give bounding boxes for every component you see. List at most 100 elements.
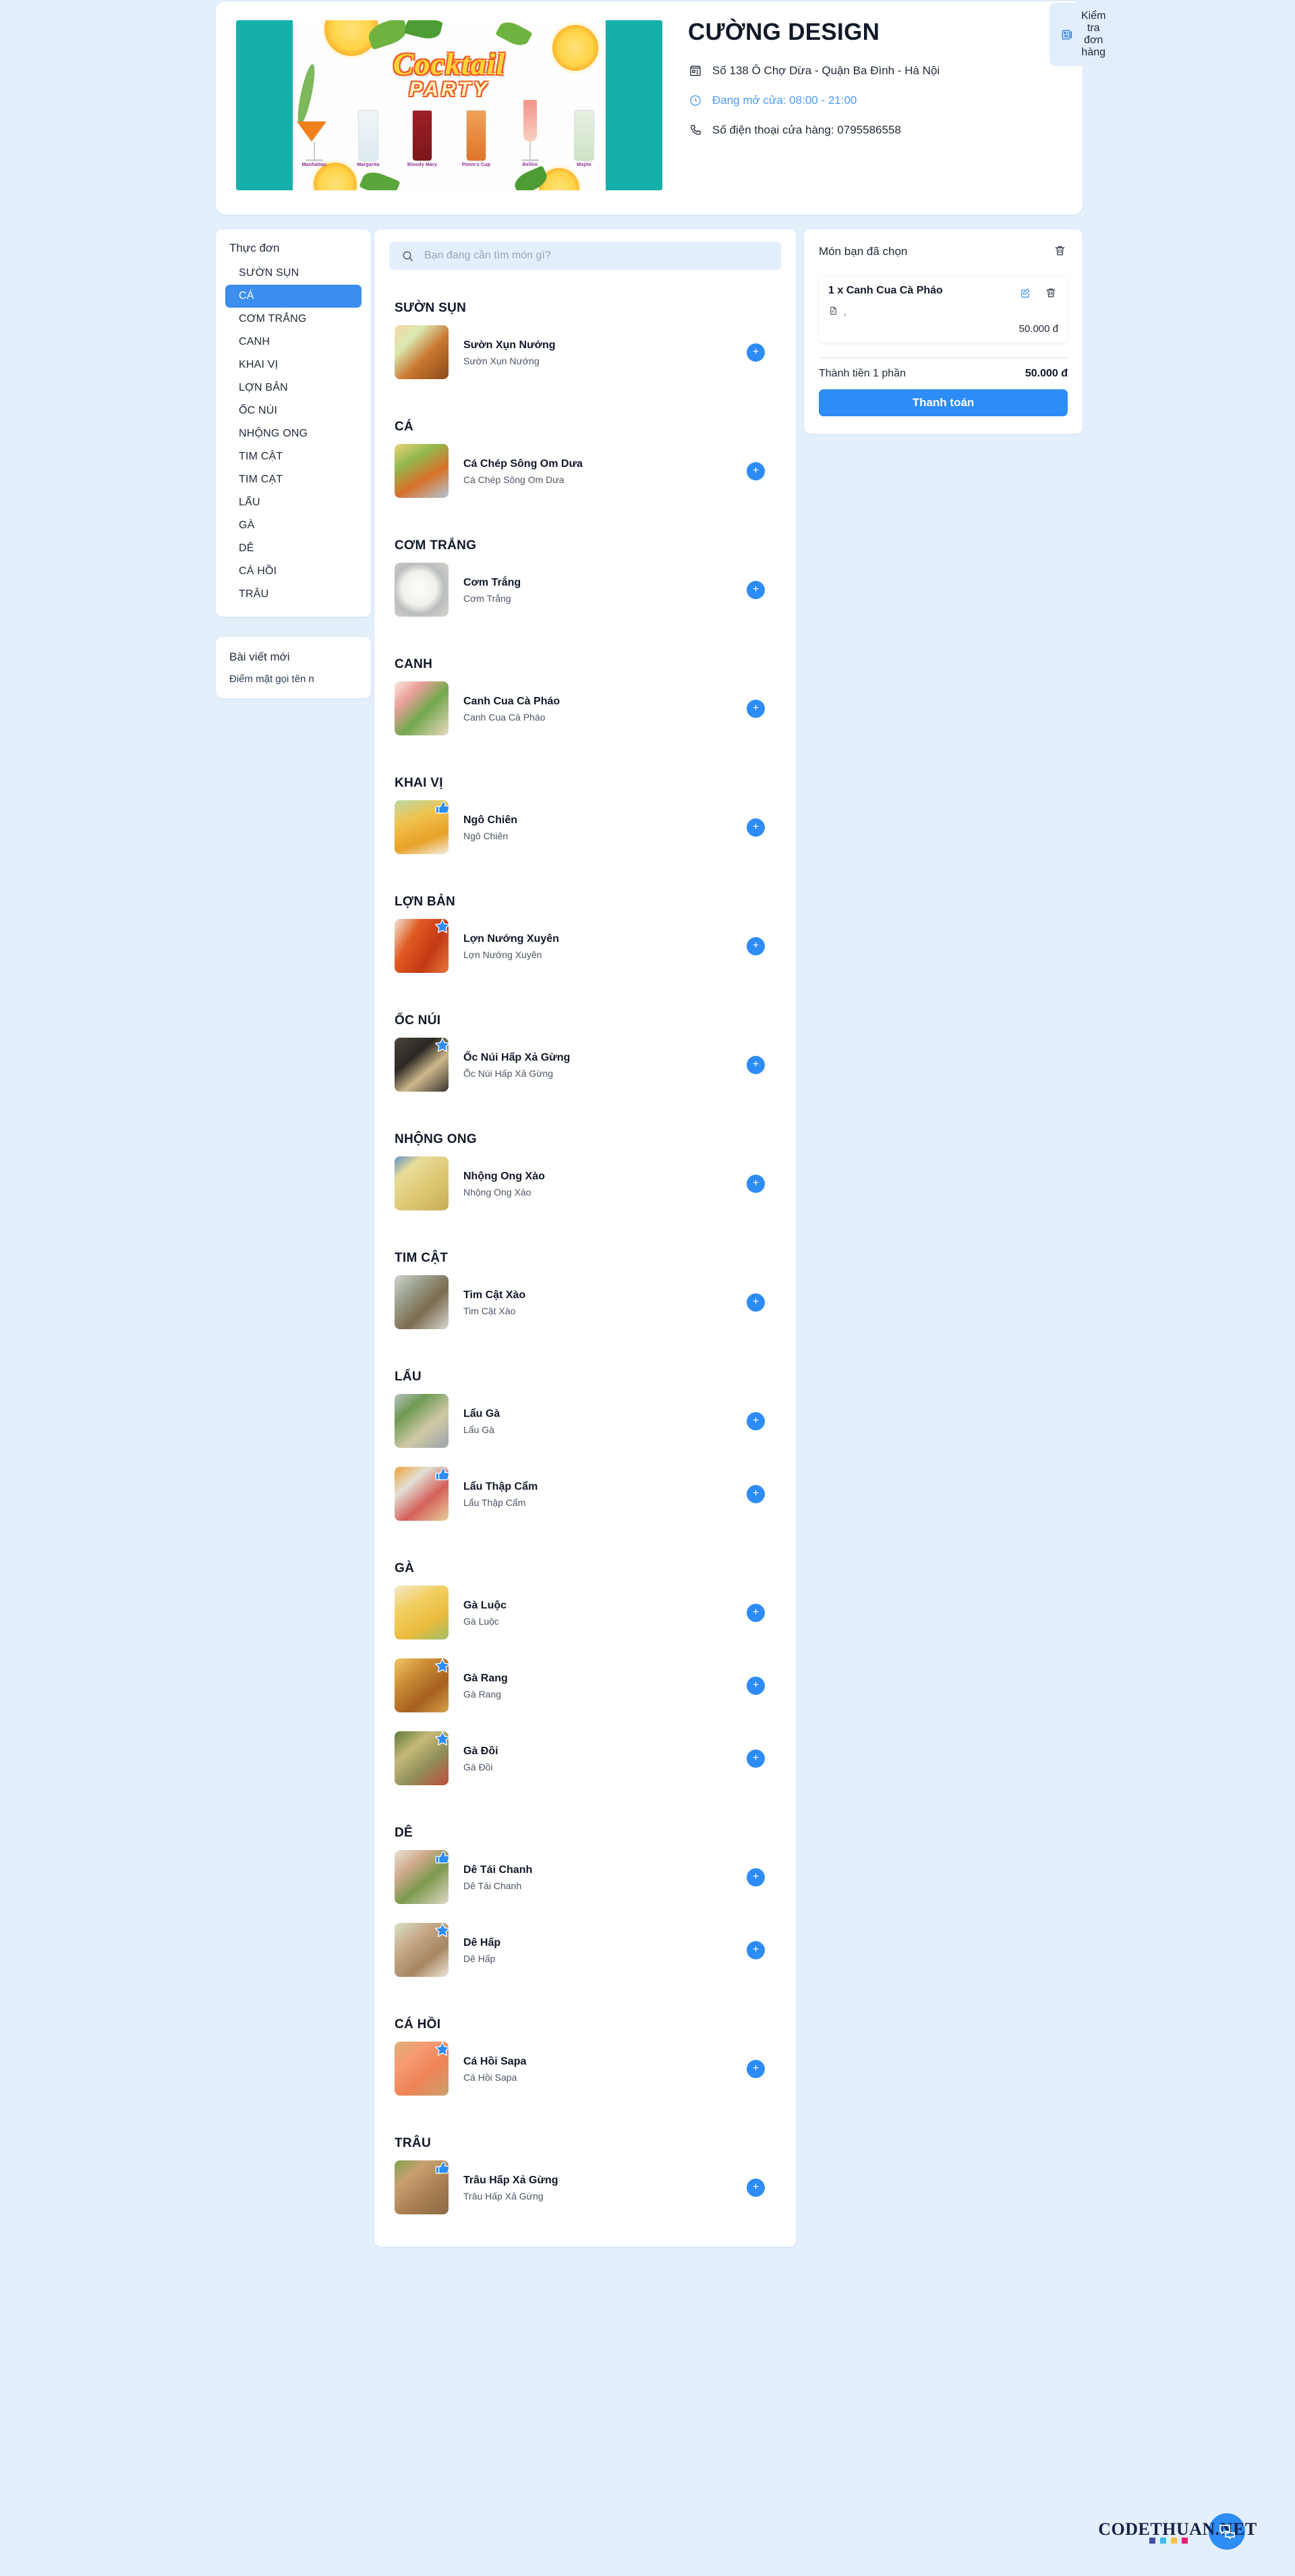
cart-header: Món bạn đã chọn: [819, 243, 1068, 260]
store-header-card: Cocktail PARTY Manhattan Margarita Blood…: [216, 1, 1116, 215]
add-to-cart-button[interactable]: +: [747, 2178, 765, 2197]
glass-label: Bellini: [522, 163, 538, 167]
trash-icon: [1054, 244, 1066, 259]
menu-item-image: [395, 1586, 449, 1640]
menu-item-row[interactable]: Lợn Nướng Xuyên Lợn Nướng Xuyên +: [389, 909, 781, 982]
sidebar-item[interactable]: TIM CẬT: [225, 445, 362, 468]
cart-item-price: 50.000 đ: [1018, 323, 1058, 335]
menu-item-image: [395, 325, 449, 379]
add-to-cart-button[interactable]: +: [747, 1411, 765, 1430]
menu-item-name: Gà Rang: [463, 1672, 508, 1684]
menu-item-row[interactable]: Cá Chép Sông Om Dưa Cá Chép Sông Om Dưa +: [389, 435, 781, 507]
menu-item-thumb-wrap: [395, 800, 450, 854]
menu-item-text: Ốc Núi Hấp Xả Gừng Ốc Núi Hấp Xả Gừng: [463, 1051, 747, 1079]
check-order-button[interactable]: Kiểm tra đơn hàng: [1049, 3, 1116, 66]
new-posts-title: Bài viết mới: [229, 650, 290, 663]
store-icon: [688, 63, 703, 78]
add-to-cart-button[interactable]: +: [747, 580, 765, 599]
phone-icon: [688, 123, 703, 138]
menu-item-name: Ngô Chiên: [463, 814, 517, 826]
menu-item-row[interactable]: Dê Hấp Dê Hấp +: [389, 1913, 781, 1986]
sidebar-item[interactable]: KHAI VỊ: [225, 354, 362, 376]
sidebar-item[interactable]: CÁ: [225, 285, 362, 308]
add-to-cart-button[interactable]: +: [747, 1484, 765, 1503]
menu-item-row[interactable]: Ốc Núi Hấp Xả Gừng Ốc Núi Hấp Xả Gừng +: [389, 1028, 781, 1101]
add-to-cart-button[interactable]: +: [747, 1676, 765, 1695]
menu-item-row[interactable]: Gà Luộc Gà Luộc +: [389, 1576, 781, 1649]
store-address-row: Số 138 Ô Chợ Dừa - Quận Ba Đình - Hà Nội: [688, 63, 1083, 78]
menu-section-title: SƯỜN SỤN: [395, 301, 467, 315]
menu-item-name: Sườn Xụn Nướng: [463, 339, 556, 351]
post-link[interactable]: Điểm mặt gọi tên n: [216, 673, 371, 685]
menu-item-row[interactable]: Cơm Trắng Cơm Trắng +: [389, 553, 781, 626]
thumbs-up-badge-icon: [434, 2159, 451, 2177]
add-to-cart-button[interactable]: +: [747, 936, 765, 955]
glass-bloody-mary: Bloody Mary: [405, 110, 440, 167]
sidebar-item[interactable]: TRÂU: [225, 583, 362, 606]
add-to-cart-button[interactable]: +: [747, 343, 765, 362]
add-to-cart-button[interactable]: +: [747, 1293, 765, 1312]
sidebar-item[interactable]: SƯỜN SỤN: [225, 262, 362, 285]
remove-cart-item-button[interactable]: [1043, 285, 1058, 302]
menu-item-row[interactable]: Ngô Chiên Ngô Chiên +: [389, 791, 781, 864]
clear-cart-button[interactable]: [1052, 243, 1068, 260]
menu-item-name: Cơm Trắng: [463, 576, 521, 588]
star-badge-icon: [434, 1730, 451, 1747]
sidebar-item[interactable]: TIM CẠT: [225, 468, 362, 491]
menu-item-name: Ốc Núi Hấp Xả Gừng: [463, 1051, 571, 1063]
sidebar-item[interactable]: ỐC NÚI: [225, 399, 362, 422]
menu-item-thumb-wrap: [395, 1038, 450, 1092]
add-to-cart-button[interactable]: +: [747, 1940, 765, 1959]
add-to-cart-button[interactable]: +: [747, 2059, 765, 2078]
add-to-cart-button[interactable]: +: [747, 1749, 765, 1768]
menu-item-row[interactable]: Sườn Xụn Nướng Sườn Xụn Nướng +: [389, 316, 781, 389]
menu-item-row[interactable]: Cá Hồi Sapa Cá Hồi Sapa +: [389, 2032, 781, 2105]
add-to-cart-button[interactable]: +: [747, 1174, 765, 1193]
add-to-cart-button[interactable]: +: [747, 699, 765, 718]
menu-item-text: Gà Rang Gà Rang: [463, 1672, 747, 1700]
sidebar-item[interactable]: GÀ: [225, 514, 362, 537]
menu-item-description: Dê Tái Chanh: [463, 1880, 522, 1891]
menu-item-description: Ốc Núi Hấp Xả Gừng: [463, 1067, 554, 1079]
menu-item-row[interactable]: Tim Cật Xào Tim Cật Xào +: [389, 1266, 781, 1339]
sidebar-item[interactable]: CANH: [225, 331, 362, 354]
glass-label: Manhattan: [301, 163, 327, 167]
sidebar-item[interactable]: LẨU: [225, 491, 362, 514]
menu-sections: SƯỜN SỤN Sườn Xụn Nướng Sườn Xụn Nướng + CÁ C…: [389, 301, 781, 2224]
menu-item-row[interactable]: Gà Đồi Gà Đồi +: [389, 1722, 781, 1795]
checkout-button[interactable]: Thanh toán: [819, 389, 1068, 416]
menu-item-row[interactable]: Dê Tái Chanh Dê Tái Chanh +: [389, 1841, 781, 1913]
edit-cart-item-button[interactable]: [1018, 285, 1033, 302]
sidebar-item[interactable]: DÊ: [225, 537, 362, 560]
menu-item-name: Dê Tái Chanh: [463, 1864, 533, 1876]
search-bar[interactable]: [389, 242, 781, 270]
menu-section-title: KHAI VỊ: [395, 776, 443, 790]
search-input[interactable]: [424, 250, 770, 262]
menu-item-row[interactable]: Lẩu Thập Cẩm Lẩu Thập Cẩm +: [389, 1457, 781, 1530]
menu-item-description: Cá Hồi Sapa: [463, 2071, 517, 2083]
add-to-cart-button[interactable]: +: [747, 461, 765, 480]
menu-item-row[interactable]: Gà Rang Gà Rang +: [389, 1649, 781, 1722]
menu-section-title: CANH: [395, 657, 433, 671]
menu-item-description: Nhộng Ong Xào: [463, 1186, 531, 1198]
sidebar-item[interactable]: CÁ HỒI: [225, 560, 362, 583]
menu-item-row[interactable]: Trâu Hấp Xả Gừng Trâu Hấp Xả Gừng +: [389, 2151, 781, 2224]
menu-item-name: Gà Luộc: [463, 1599, 507, 1611]
add-to-cart-button[interactable]: +: [747, 1055, 765, 1074]
sidebar-item[interactable]: LỢN BẢN: [225, 376, 362, 399]
menu-item-row[interactable]: Lẩu Gà Lẩu Gà +: [389, 1384, 781, 1457]
star-badge-icon: [434, 918, 451, 935]
menu-item-image: [395, 1394, 449, 1448]
menu-section-title: LỢN BẢN: [395, 895, 456, 909]
add-to-cart-button[interactable]: +: [747, 1603, 765, 1622]
menu-item-thumb-wrap: [395, 1586, 449, 1640]
add-to-cart-button[interactable]: +: [747, 1868, 765, 1886]
sidebar-item[interactable]: CƠM TRẮNG: [225, 308, 362, 331]
menu-item-row[interactable]: Canh Cua Cà Pháo Canh Cua Cà Pháo +: [389, 672, 781, 745]
glass-label: Mojito: [577, 163, 592, 167]
sidebar-item[interactable]: NHỘNG ONG: [225, 422, 362, 445]
menu-item-row[interactable]: Nhộng Ong Xào Nhộng Ong Xào +: [389, 1147, 781, 1220]
menu-panel: SƯỜN SỤNSườn Xụn NướngSườn Xụn Nướng+CÁC…: [374, 229, 796, 2247]
store-name: CƯỜNG DESIGN: [688, 19, 880, 45]
add-to-cart-button[interactable]: +: [747, 818, 765, 837]
